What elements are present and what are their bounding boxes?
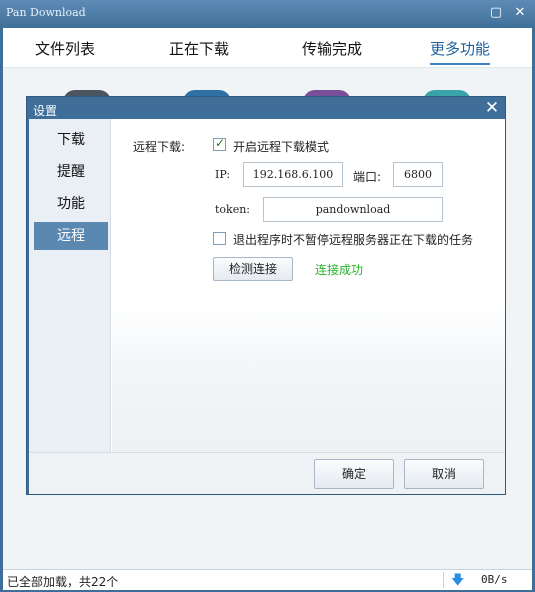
title-bar[interactable]: Pan Download ▢ ✕: [0, 0, 535, 28]
dialog-footer: 确定 取消: [29, 452, 505, 494]
enable-remote-checkbox[interactable]: ✓: [213, 136, 226, 151]
status-divider: [443, 572, 444, 588]
connection-status: 连接成功: [315, 263, 364, 277]
close-icon[interactable]: ✕: [511, 5, 529, 22]
status-bar: 已全部加载，共22个 🡇 0B/s: [3, 569, 532, 590]
ip-label: IP:: [215, 168, 231, 181]
dialog-close-icon[interactable]: ✕: [483, 99, 501, 117]
sidebar-item-reminder[interactable]: 提醒: [34, 158, 108, 186]
sidebar-item-features[interactable]: 功能: [34, 190, 108, 218]
tab-bar: 文件列表 正在下载 传输完成 更多功能: [3, 28, 532, 68]
test-connection-button[interactable]: 检测连接: [213, 257, 293, 281]
token-field[interactable]: pandownload: [263, 197, 443, 222]
cancel-button[interactable]: 取消: [404, 459, 484, 489]
remote-section-label: 远程下载:: [133, 140, 186, 154]
sidebar-item-download[interactable]: 下载: [34, 126, 108, 154]
tab-completed[interactable]: 传输完成: [302, 38, 362, 59]
minimize-icon[interactable]: ▢: [487, 5, 505, 22]
token-label: token:: [215, 203, 251, 216]
port-field[interactable]: 6800: [393, 162, 443, 187]
status-text: 已全部加载，共22个: [7, 575, 119, 589]
tab-more-features[interactable]: 更多功能: [430, 38, 491, 65]
speed-readout: 0B/s: [481, 573, 508, 586]
remote-settings-panel: 远程下载: ✓ 开启远程下载模式 IP: 192.168.6.100 端口: 6…: [112, 119, 505, 452]
dialog-body: 下载 提醒 功能 远程 远程下载: ✓ 开启远程下载模式 IP: 192.168…: [29, 119, 505, 494]
window-title: Pan Download: [6, 6, 86, 19]
tab-downloading[interactable]: 正在下载: [169, 38, 229, 59]
settings-sidebar: 下载 提醒 功能 远程: [29, 119, 111, 452]
app-window: Pan Download ▢ ✕ 文件列表 正在下载 传输完成 更多功能 已全部…: [0, 0, 535, 592]
sidebar-item-remote[interactable]: 远程: [34, 222, 108, 250]
dialog-title: 设置: [33, 104, 58, 118]
keep-tasks-checkbox[interactable]: [213, 232, 226, 245]
download-arrow-icon: 🡇: [451, 573, 465, 588]
ip-field[interactable]: 192.168.6.100: [243, 162, 343, 187]
port-label: 端口:: [353, 170, 382, 184]
enable-remote-label: 开启远程下载模式: [233, 140, 330, 154]
ok-button[interactable]: 确定: [314, 459, 394, 489]
check-icon: ✓: [215, 136, 226, 150]
settings-dialog: 设置 ✕ 下载 提醒 功能 远程 远程下载: ✓ 开启远程下载模式 IP: 19…: [26, 96, 506, 495]
keep-tasks-label: 退出程序时不暂停远程服务器正在下载的任务: [233, 233, 474, 247]
tab-file-list[interactable]: 文件列表: [35, 38, 95, 59]
